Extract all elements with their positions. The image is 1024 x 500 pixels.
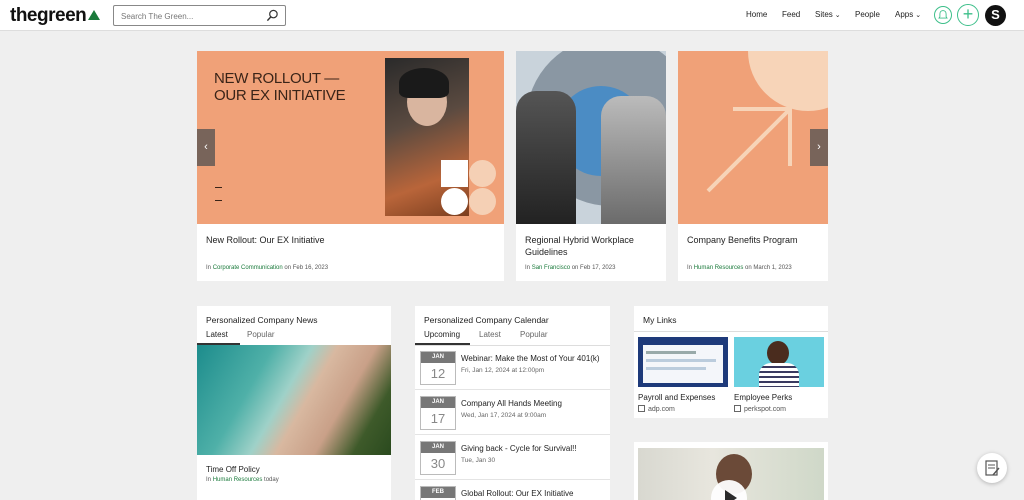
link-thumbnail [734,337,824,387]
search-icon[interactable] [266,9,279,22]
company-calendar-card: Personalized Company Calendar Upcoming L… [415,306,610,500]
tab-latest[interactable]: Latest [479,330,501,339]
search-input[interactable] [114,7,254,26]
news-image[interactable] [197,345,391,455]
news-item-title[interactable]: Time Off Policy [206,465,260,474]
calendar-event[interactable]: JAN 17 Company All Hands Meeting Wed, Jan… [415,391,610,435]
slide-image [516,51,666,224]
tab-latest[interactable]: Latest [206,330,228,339]
calendar-event[interactable]: JAN 30 Giving back - Cycle for Survival!!… [415,436,610,480]
card-title: Personalized Company Calendar [424,315,549,325]
carousel-slide[interactable]: Regional Hybrid Workplace Guidelines In … [516,51,666,281]
play-icon [725,490,737,500]
avatar[interactable]: S [985,5,1006,26]
calendar-event[interactable]: JAN 12 Webinar: Make the Most of Your 401… [415,346,610,390]
edit-note-icon [985,460,1000,476]
plus-icon: + [962,4,974,24]
bell-icon [938,10,948,19]
chevron-down-icon: ⌄ [915,12,922,19]
decor-shape [441,188,468,215]
tab-popular[interactable]: Popular [247,330,275,339]
top-bar: thegreen Home Feed Sites⌄ People Apps⌄ +… [0,0,1024,31]
external-link-icon [734,405,741,412]
carousel-next-button[interactable]: › [810,129,828,166]
date-box: FEB [420,486,456,500]
slide-meta: In Human Resources on March 1, 2023 [687,265,792,271]
logo[interactable]: thegreen [10,5,101,27]
my-links-card: My Links Payroll and Expenses adp.com Em… [634,306,828,418]
slide-title[interactable]: Company Benefits Program [687,234,798,246]
decor-shape [469,188,496,215]
event-title: Webinar: Make the Most of Your 401(k) [461,354,600,363]
link-tile-payroll[interactable]: Payroll and Expenses adp.com [638,337,728,413]
chevron-right-icon: › [817,141,821,153]
link-label: Payroll and Expenses [638,393,716,402]
category-link[interactable]: Human Resources [694,265,744,271]
link-thumbnail [638,337,728,387]
carousel-slide[interactable]: Company Benefits Program In Human Resour… [678,51,828,281]
decor-shape [469,160,496,187]
category-link[interactable]: Corporate Communication [213,265,283,271]
slide-meta: In San Francisco on Feb 17, 2023 [525,265,616,271]
nav-feed[interactable]: Feed [782,10,800,19]
slide-image: NEW ROLLOUT — OUR EX INITIATIVE [197,51,504,224]
video-card [634,442,828,500]
card-title: My Links [643,315,677,325]
person [601,96,666,224]
chevron-left-icon: ‹ [204,141,208,153]
search-box [113,5,286,26]
event-time: Fri, Jan 12, 2024 at 12:00pm [461,367,545,374]
slide-meta: In Corporate Communication on Feb 16, 20… [206,265,329,271]
date-box: JAN 30 [420,441,456,475]
calendar-event[interactable]: FEB Global Rollout: Our EX Initiative [415,481,610,500]
external-link-icon [638,405,645,412]
video-thumbnail[interactable] [638,448,824,500]
person [516,91,576,224]
card-title: Personalized Company News [206,315,318,325]
company-news-card: Personalized Company News Latest Popular… [197,306,391,500]
event-title: Giving back - Cycle for Survival!! [461,444,577,453]
slide-title[interactable]: New Rollout: Our EX Initiative [206,234,325,246]
event-title: Global Rollout: Our EX Initiative [461,489,574,498]
feedback-button[interactable] [977,453,1007,483]
slide-headline: NEW ROLLOUT — OUR EX INITIATIVE [214,70,346,104]
event-time: Wed, Jan 17, 2024 at 9:00am [461,412,547,419]
slide-image [678,51,828,224]
play-button[interactable] [711,480,747,500]
category-link[interactable]: San Francisco [532,265,570,271]
date-box: JAN 12 [420,351,456,385]
notifications-button[interactable] [934,6,952,24]
nav-sites[interactable]: Sites ⌄ [815,10,841,19]
decor-shape [441,160,468,187]
link-url: perkspot.com [734,405,824,413]
news-item-meta: In Human Resources today [206,477,279,483]
event-title: Company All Hands Meeting [461,399,562,408]
divider [634,331,828,332]
link-tile-perks[interactable]: Employee Perks perkspot.com [734,337,824,413]
date-box: JAN 17 [420,396,456,430]
nav-apps[interactable]: Apps ⌄ [895,10,921,19]
chevron-down-icon: ⌄ [834,12,841,19]
nav-home[interactable]: Home [746,10,767,19]
event-time: Tue, Jan 30 [461,457,496,464]
logo-triangle-icon [88,10,101,20]
category-link[interactable]: Human Resources [213,477,263,483]
create-button[interactable]: + [957,4,979,26]
link-label: Employee Perks [734,393,793,402]
brand-mark-icon [215,187,222,201]
tab-popular[interactable]: Popular [520,330,548,339]
nav-people[interactable]: People [855,10,880,19]
slide-title[interactable]: Regional Hybrid Workplace Guidelines [525,234,657,258]
arrow-up-right-icon [706,107,792,193]
tab-upcoming[interactable]: Upcoming [424,330,460,339]
link-url: adp.com [638,405,728,413]
carousel-prev-button[interactable]: ‹ [197,129,215,166]
carousel-slide[interactable]: NEW ROLLOUT — OUR EX INITIATIVE New Roll… [197,51,504,281]
